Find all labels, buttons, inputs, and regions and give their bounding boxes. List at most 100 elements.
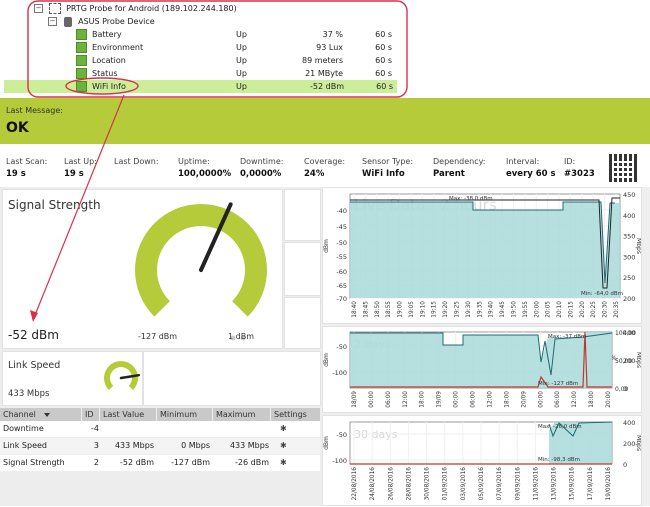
x-tick-label: 18/09 — [352, 391, 358, 408]
y2-axis-label: Mbps — [635, 352, 641, 368]
sensor-name[interactable]: Status — [92, 67, 118, 80]
x-tick-label: 19:15 — [432, 301, 438, 318]
stat-value: 19 s — [6, 169, 26, 179]
stat-label: Downtime: — [240, 157, 284, 166]
x-tick-label: 19:45 — [500, 301, 506, 318]
stat-label: Uptime: — [178, 157, 210, 166]
x-tick-label: 20:10 — [557, 301, 563, 318]
thirty-days-graph[interactable]: 30 days -50 -100 400 200 0 22/08/2016 24/08/201… — [322, 415, 642, 506]
qr-code-icon[interactable] — [609, 154, 637, 182]
y-tick-label: -40 — [336, 207, 347, 215]
x-tick-label: 20:30 — [603, 301, 609, 318]
channel-settings-icon[interactable]: ✱ — [280, 421, 287, 437]
channel-row[interactable]: Link Speed 3 433 Mbps 0 Mbps 433 Mbps ✱ — [0, 438, 320, 454]
tree-device-label: ASUS Probe Device — [78, 17, 155, 26]
collapse-icon[interactable]: − — [34, 4, 43, 13]
sensor-status: Up — [236, 43, 247, 52]
empty-panel — [284, 297, 321, 349]
gauge-arc — [135, 204, 267, 317]
x-tick-label: 18:00 — [504, 391, 510, 408]
tree-device-row[interactable]: − ASUS Probe Device — [48, 15, 155, 28]
y-tick-label: -45 — [336, 223, 347, 231]
y2-axis-label: Mbps — [635, 238, 641, 254]
two-days-graph[interactable]: 2 days-50-1004002000100,0050,000,00%18/0… — [322, 326, 642, 413]
x-tick-label: 20:20 — [580, 301, 586, 318]
stat-value: every 60 s — [506, 169, 556, 179]
channel-name[interactable]: Downtime — [3, 421, 44, 437]
sensor-name[interactable]: Environment — [92, 41, 143, 54]
channel-id: -4 — [91, 424, 99, 433]
sensor-value: 21 MByte — [305, 69, 343, 78]
channel-settings-icon[interactable]: ✱ — [280, 438, 287, 454]
stat-value: Parent — [433, 169, 465, 179]
y-tick-label: -100 — [332, 457, 347, 465]
x-tick-label: 19:25 — [455, 301, 461, 318]
x-tick-label: 24/08/2016 — [370, 467, 376, 501]
x-tick-label: 12:00 — [487, 391, 493, 408]
stat-value: WiFi Info — [362, 169, 405, 179]
sensor-interval: 60 s — [375, 43, 392, 52]
collapse-icon[interactable]: − — [48, 17, 57, 26]
y-tick-label: -50 — [336, 239, 347, 247]
live-data-graph[interactable]: Live Data - 2 hours-40-45-50-55-60-65-70… — [322, 187, 642, 324]
sensor-row[interactable]: Status Up 21 MByte 60 s — [0, 67, 400, 80]
sensor-interval: 60 s — [375, 56, 392, 65]
y2-tick-label: 200 — [623, 295, 635, 303]
sensor-status: Up — [236, 82, 247, 91]
channel-col-header[interactable]: Maximum — [213, 408, 270, 421]
x-tick-label: 06:00 — [555, 391, 561, 408]
channel-maximum: -26 dBm — [235, 458, 269, 467]
y2-tick-label: 450 — [623, 191, 635, 199]
sensor-check-icon — [76, 81, 87, 92]
channel-name[interactable]: Link Speed — [3, 438, 47, 454]
channel-col-header[interactable]: Minimum — [157, 408, 212, 421]
y2-tick-label: 300 — [623, 253, 635, 261]
y2-tick-label: 400 — [623, 212, 635, 220]
x-tick-label: 18:00 — [589, 391, 595, 408]
gauge-max: 1 dBm — [228, 332, 254, 341]
x-tick-label: 01/09/2016 — [443, 467, 449, 501]
sensor-name[interactable]: Battery — [92, 28, 122, 41]
sensor-name[interactable]: Location — [92, 54, 126, 67]
y-tick-label: -65 — [336, 282, 347, 290]
sensor-row[interactable]: WiFi Info Up -52 dBm 60 s — [4, 80, 397, 93]
sensor-value: 37 % — [322, 30, 343, 39]
sensor-name[interactable]: WiFi Info — [92, 80, 126, 93]
x-tick-label: 19:05 — [409, 301, 415, 318]
x-tick-label: 18:40 — [352, 301, 358, 318]
percent-tick-label: 50,00 — [615, 358, 632, 365]
x-tick-label: 11/09/2016 — [533, 467, 539, 501]
x-tick-label: 22/08/2016 — [352, 467, 358, 501]
x-tick-label: 07/09/2016 — [497, 467, 503, 501]
x-tick-label: 19:35 — [477, 301, 483, 318]
channel-last-value: -52 dBm — [120, 458, 154, 467]
x-tick-label: 19:55 — [523, 301, 529, 318]
last-message-text: OK — [6, 120, 29, 136]
signal-area — [350, 202, 620, 298]
x-tick-label: 00:00 — [454, 391, 460, 408]
channel-col-header[interactable]: Last Value — [100, 408, 156, 421]
channel-col-header[interactable]: Settings — [271, 408, 320, 421]
channel-id: 3 — [93, 441, 99, 450]
y-axis-label: dBm — [323, 239, 330, 253]
sensor-row[interactable]: Environment Up 93 Lux 60 s — [0, 41, 400, 54]
thirty-days-graph-svg: 30 days-50-100400200022/08/2016 24/08/201… — [323, 419, 642, 501]
x-tick-label: 19:40 — [489, 301, 495, 318]
x-tick-label: 20:25 — [591, 301, 597, 318]
percent-tick-label: 0,00 — [615, 386, 629, 393]
channel-id: 2 — [93, 458, 99, 467]
sensor-status: Up — [236, 30, 247, 39]
channel-name[interactable]: Signal Strength — [3, 455, 65, 471]
sensor-row[interactable]: Battery Up 37 % 60 s — [0, 28, 400, 41]
stat-label: Dependency: — [433, 157, 486, 166]
x-tick-label: 20:05 — [546, 301, 552, 318]
sensor-row[interactable]: Location Up 89 meters 60 s — [0, 54, 400, 67]
channel-settings-icon[interactable]: ✱ — [280, 455, 287, 471]
channel-col-header[interactable]: ID — [82, 408, 99, 421]
stat-value: 24% — [304, 169, 325, 179]
tree-probe-row[interactable]: − PRTG Probe for Android (189.102.244.18… — [34, 2, 237, 15]
channel-col-header[interactable]: Channel — [0, 408, 81, 421]
channel-row[interactable]: Signal Strength 2 -52 dBm -127 dBm -26 d… — [0, 455, 320, 471]
sort-down-icon[interactable] — [44, 413, 50, 417]
channel-row[interactable]: Downtime -4 ✱ — [0, 421, 320, 437]
